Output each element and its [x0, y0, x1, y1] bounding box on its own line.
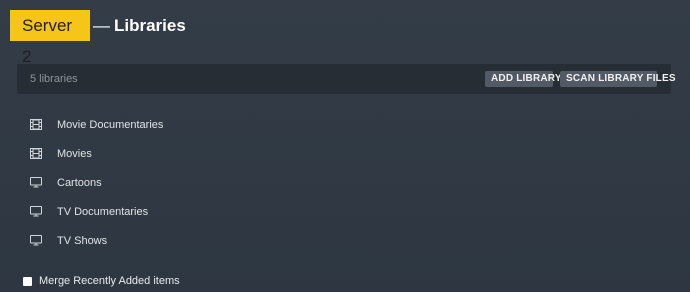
library-label: Movies: [57, 147, 92, 160]
merge-recently-added-checkbox[interactable]: [23, 276, 32, 286]
tv-icon: [29, 176, 43, 190]
library-label: TV Shows: [57, 234, 108, 247]
merge-recently-added-label[interactable]: Merge Recently Added items: [39, 275, 180, 287]
tv-icon: [29, 234, 43, 248]
tv-icon: [29, 205, 43, 219]
scan-library-files-button[interactable]: SCAN LIBRARY FILES: [560, 71, 676, 87]
title-text: Libraries: [114, 15, 186, 35]
library-item-tv-documentaries[interactable]: TV Documentaries: [29, 197, 163, 226]
page-title: — Libraries: [93, 16, 186, 36]
library-list: Movie Documentaries Movies Cartoons TV D…: [29, 110, 163, 255]
title-separator: —: [93, 15, 110, 35]
library-label: Cartoons: [57, 176, 102, 189]
film-icon: [29, 147, 43, 161]
library-toolbar: 5 libraries ADD LIBRARY SCAN LIBRARY FIL…: [17, 64, 676, 94]
merge-recently-added-option: Merge Recently Added items: [23, 275, 180, 287]
library-item-tv-shows[interactable]: TV Shows: [29, 226, 163, 255]
page-header: Server 2 — Libraries: [10, 10, 186, 66]
add-library-button[interactable]: ADD LIBRARY: [485, 71, 562, 87]
library-item-cartoons[interactable]: Cartoons: [29, 168, 163, 197]
library-label: Movie Documentaries: [57, 118, 164, 131]
film-icon: [29, 118, 43, 132]
library-item-movie-documentaries[interactable]: Movie Documentaries: [29, 110, 163, 139]
library-label: TV Documentaries: [57, 205, 149, 218]
library-count: 5 libraries: [30, 73, 78, 85]
library-item-movies[interactable]: Movies: [29, 139, 163, 168]
server-badge[interactable]: Server 2: [10, 10, 90, 66]
